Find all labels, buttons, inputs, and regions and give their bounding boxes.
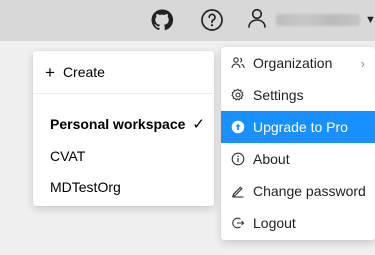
question-circle-icon[interactable] [199,7,225,33]
menu-item-label: Organization [253,55,333,71]
logout-icon [231,216,245,230]
menu-item-label: Change password [253,183,366,199]
menu-item-settings[interactable]: Settings [221,79,375,111]
organization-icon [231,56,245,70]
user-icon [246,7,268,34]
workspace-item-label: MDTestOrg [50,179,121,195]
user-menu-trigger[interactable]: ▼ [246,7,375,33]
menu-item-label: Upgrade to Pro [253,119,348,135]
create-label: Create [62,64,105,80]
check-icon: ✓ [192,116,205,133]
menu-item-label: About [253,151,290,167]
menu-item-change-password[interactable]: Change password [221,175,375,207]
gear-icon [231,88,245,102]
menu-item-about[interactable]: About [221,143,375,175]
workspace-item-personal[interactable]: Personal workspace ✓ [33,108,214,140]
workspace-item-label: Personal workspace [50,116,186,132]
menu-item-label: Settings [253,87,304,103]
info-icon [231,152,245,166]
workspace-item-cvat[interactable]: CVAT [33,140,214,172]
menu-item-label: Logout [253,215,296,231]
chevron-right-icon: › [360,55,365,71]
user-dropdown-menu: Organization › Settings Upgrade to Pro A… [221,47,375,240]
create-organization-button[interactable]: + Create [33,51,214,93]
workspace-menu: + Create Personal workspace ✓ CVAT MDTes… [33,51,214,206]
menu-item-logout[interactable]: Logout [221,207,375,239]
workspace-item-mdtestorg[interactable]: MDTestOrg [33,171,214,203]
menu-divider [33,93,214,94]
top-bar: ▼ [0,0,375,41]
menu-item-upgrade-to-pro[interactable]: Upgrade to Pro [221,111,375,143]
workspace-item-label: CVAT [50,148,86,164]
plus-icon: + [45,62,55,82]
caret-down-icon: ▼ [365,14,375,26]
github-icon[interactable] [149,7,175,33]
menu-item-organization[interactable]: Organization › [221,47,375,79]
edit-icon [231,184,245,198]
upgrade-icon [231,120,245,134]
user-name-redacted [276,14,360,26]
